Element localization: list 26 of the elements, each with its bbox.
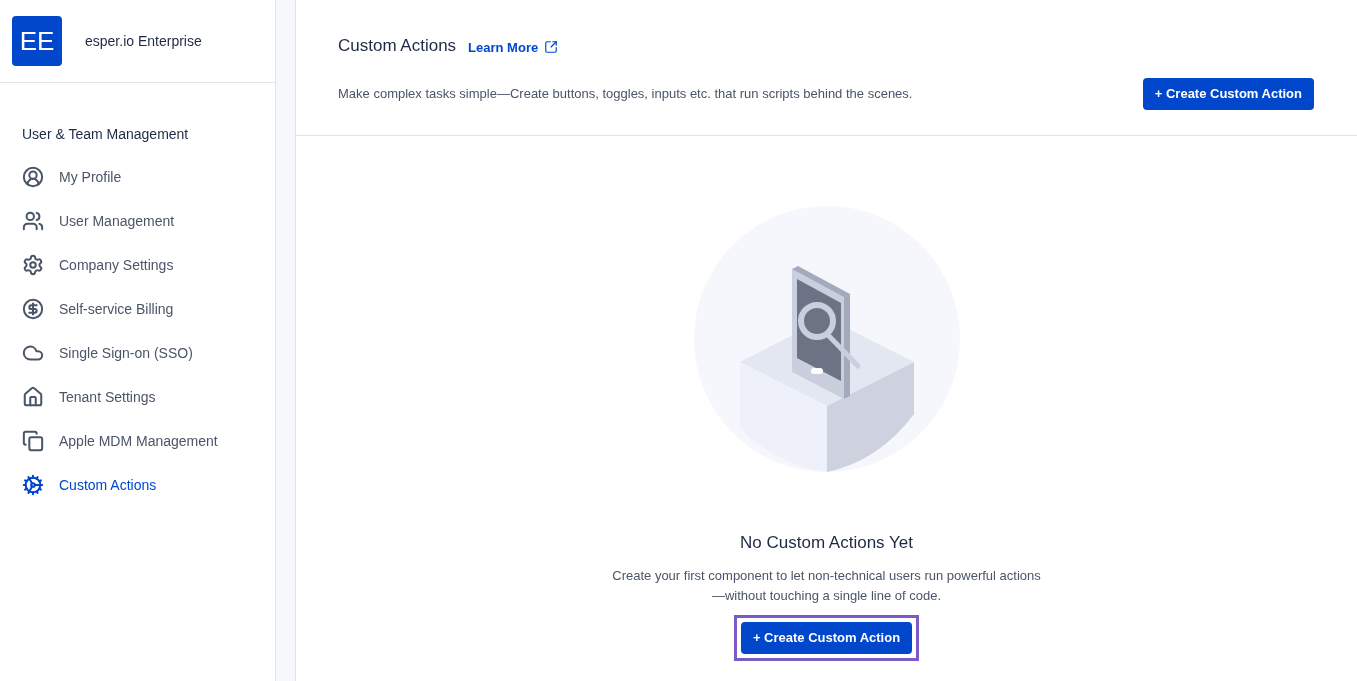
sidebar-item[interactable]: Tenant Settings (22, 375, 253, 419)
create-custom-action-button[interactable]: + Create Custom Action (740, 621, 913, 654)
gear-icon (22, 254, 44, 276)
users-icon (22, 210, 44, 232)
page-title: Custom Actions (338, 35, 457, 57)
dollar-circle-icon (22, 298, 44, 320)
page-description: Make complex tasks simple—Create buttons, toggles, inputs etc. that run scripts behind the scenes. (338, 84, 913, 103)
copy-icon (22, 430, 44, 452)
org-name: esper.io Enterprise (85, 31, 202, 51)
empty-state-title: No Custom Actions Yet (740, 532, 913, 554)
external-link-icon (544, 40, 559, 55)
sidebar-item[interactable]: User Management (22, 199, 253, 243)
sidebar-item[interactable]: Apple MDM Management (22, 419, 253, 463)
learn-more-link[interactable]: Learn More (468, 37, 559, 57)
house-icon (22, 386, 44, 408)
sidebar-item[interactable]: Company Settings (22, 243, 253, 287)
org-badge: EE (12, 16, 62, 66)
section-title: User & Team Management (22, 125, 190, 144)
sidebar-item[interactable]: Single Sign-on (SSO) (22, 331, 253, 375)
sidebar-item[interactable]: My Profile (22, 155, 253, 199)
sidebar-item[interactable]: Self-service Billing (22, 287, 253, 331)
user-circle-icon (22, 166, 44, 188)
create-custom-action-button[interactable]: + Create Custom Action (1142, 77, 1314, 110)
cog-icon (22, 474, 44, 496)
empty-state-message: Create your first component to let non-technical users run powerful actions—without touching a single line of code. (611, 566, 1042, 605)
sidebar-item[interactable]: Custom Actions (22, 463, 253, 507)
